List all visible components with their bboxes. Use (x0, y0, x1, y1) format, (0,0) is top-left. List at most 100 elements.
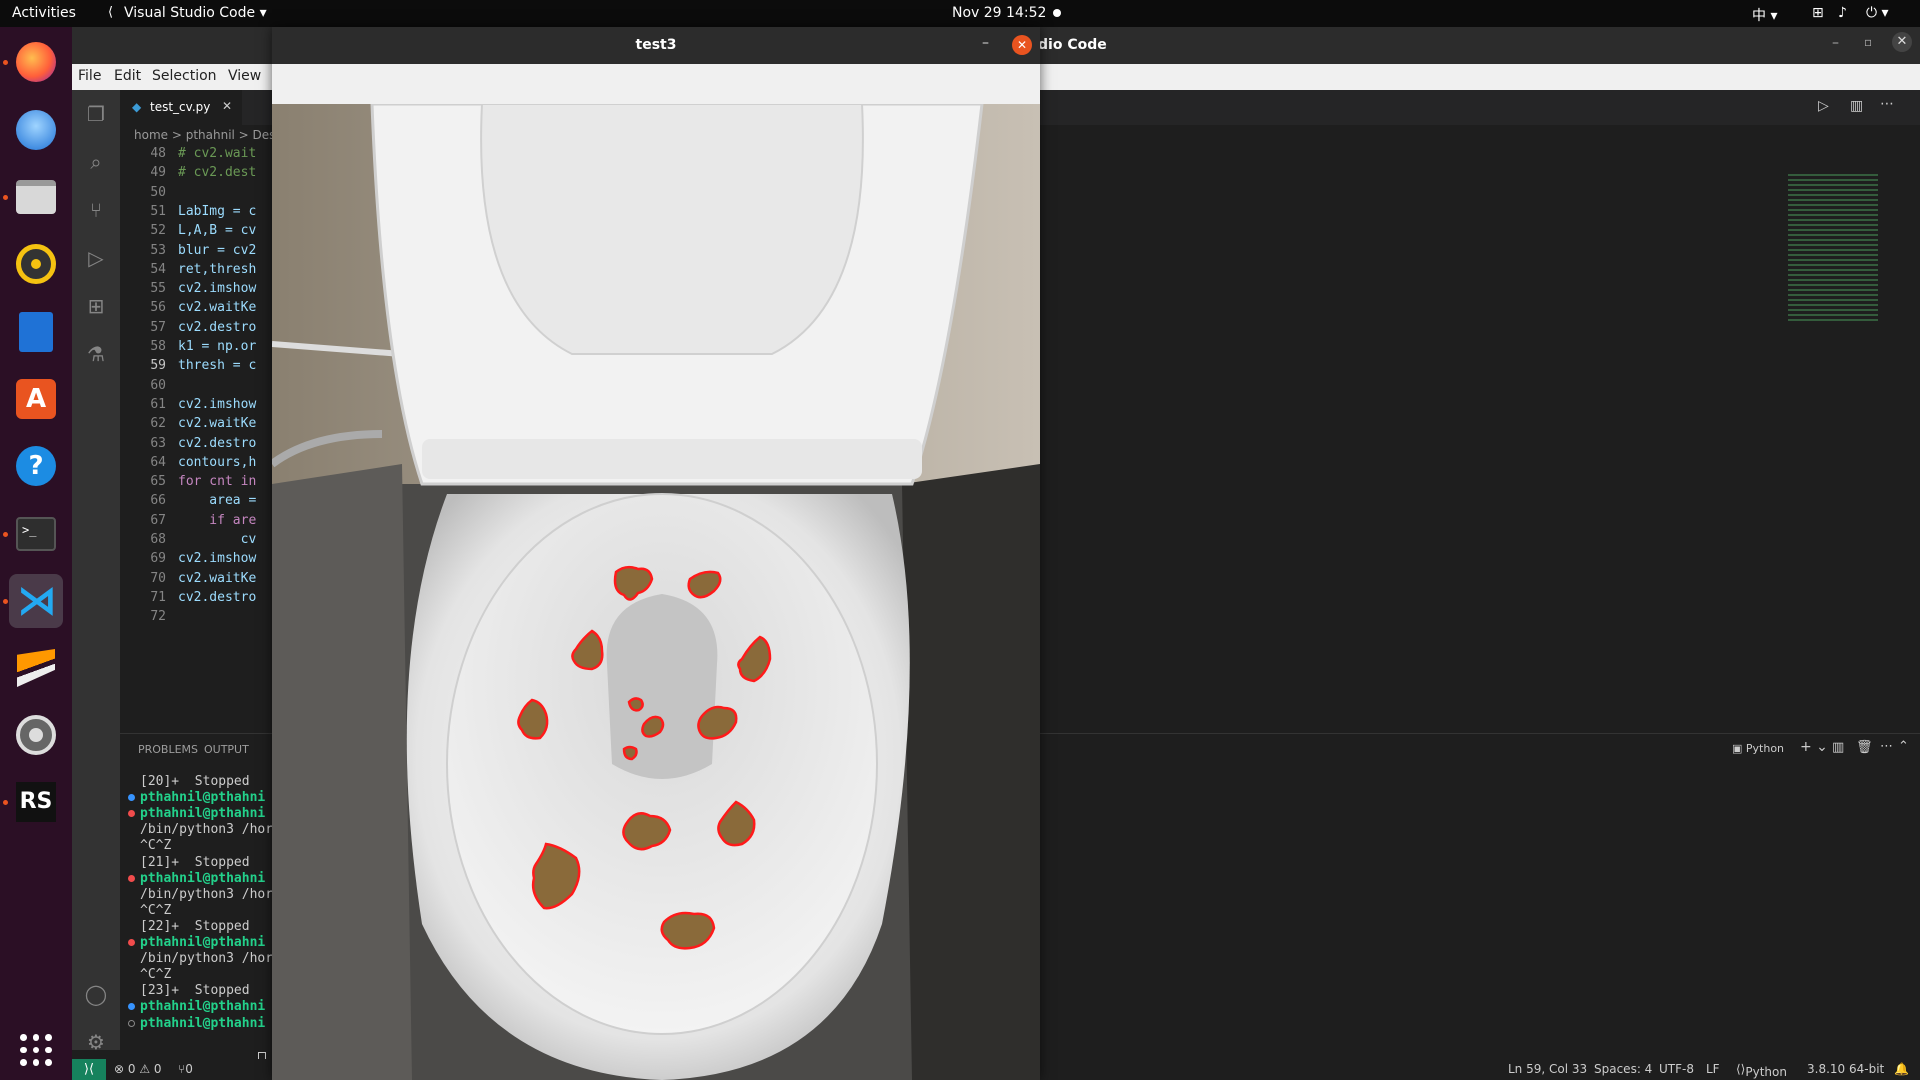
code-text: cv2.destro (178, 589, 257, 605)
line-number: 52 (150, 223, 166, 239)
menu-edit[interactable]: Edit (114, 68, 141, 84)
tab-output[interactable]: OUTPUT (204, 743, 249, 756)
explorer-icon[interactable]: ❐ (80, 98, 112, 130)
close-button[interactable]: ✕ (1012, 35, 1032, 55)
language-mode[interactable]: ⟨⟩ Python (1736, 1062, 1787, 1079)
manage-gear-icon[interactable]: ⚙ (80, 1026, 112, 1058)
show-applications-icon[interactable] (9, 1023, 63, 1077)
terminal-line: [21]+ Stopped (140, 854, 250, 870)
input-method-label: 中 (1752, 8, 1766, 24)
line-number: 54 (150, 261, 166, 277)
panel-more-icon[interactable]: ⋯ (1880, 739, 1893, 754)
sublime-icon[interactable] (9, 641, 63, 695)
encoding[interactable]: UTF-8 (1659, 1062, 1694, 1076)
files-icon[interactable] (9, 170, 63, 224)
app-menu-button[interactable]: Visual Studio Code ▾ (124, 5, 267, 21)
clock[interactable]: Nov 29 14:52 (952, 5, 1046, 21)
minimize-button[interactable]: – (982, 35, 989, 51)
libreoffice-writer-icon[interactable] (9, 305, 63, 359)
line-number: 58 (150, 339, 166, 354)
end-of-line[interactable]: LF (1706, 1062, 1720, 1076)
account-icon[interactable]: ◯ (80, 978, 112, 1010)
tab-problems[interactable]: PROBLEMS (138, 743, 198, 756)
remote-indicator-icon[interactable]: ⟩⟨ (72, 1059, 106, 1080)
gnome-top-bar: Activities ⟨ Visual Studio Code ▾ Nov 29… (0, 0, 1920, 27)
kill-terminal-icon[interactable]: 🗑 (1856, 740, 1873, 755)
opencv-titlebar[interactable]: test3 – ✕ (272, 27, 1040, 64)
close-button[interactable]: ✕ (1892, 32, 1912, 52)
terminal-line: /bin/python3 /hor (140, 886, 274, 902)
thunderbird-icon[interactable] (9, 103, 63, 157)
line-number: 67 (150, 512, 166, 528)
minimize-button[interactable]: – (1832, 35, 1839, 51)
ubuntu-dock: A ? >_ ⋊ RS (0, 27, 72, 1080)
menu-view[interactable]: View (228, 68, 261, 84)
split-editor-icon[interactable]: ▥ (1850, 98, 1863, 114)
running-indicator (3, 195, 8, 200)
tab-test-cv-py[interactable]: ◆ test_cv.py ✕ (120, 90, 242, 125)
line-number: 51 (150, 203, 166, 219)
run-file-icon[interactable]: ▷ (1818, 98, 1829, 114)
testing-icon[interactable]: ⚗ (80, 338, 112, 370)
maximize-panel-icon[interactable]: ⌃ (1898, 739, 1909, 754)
maximize-button[interactable]: ▫ (1864, 35, 1872, 49)
code-text: thresh = c (178, 358, 257, 374)
rhythmbox-icon[interactable] (9, 237, 63, 291)
code-text: if are (178, 512, 257, 528)
rstudio-icon[interactable]: RS (9, 775, 63, 829)
code-text: cv2.destro (178, 319, 257, 335)
terminal-line: [20]+ Stopped (140, 774, 250, 789)
command-status-dot[interactable] (128, 1003, 135, 1011)
line-number: 63 (150, 435, 166, 451)
command-status-dot[interactable] (128, 794, 135, 802)
line-number: 64 (150, 454, 166, 470)
notifications-bell-icon[interactable]: 🔔 (1894, 1062, 1909, 1076)
cursor-position[interactable]: Ln 59, Col 33 (1508, 1062, 1587, 1076)
help-icon[interactable]: ? (9, 439, 63, 493)
terminal-line: ^C^Z (140, 967, 172, 983)
terminal-profile[interactable]: ▣ Python (1732, 742, 1784, 755)
opencv-toolbar (272, 64, 1040, 104)
code-text: cv (178, 532, 257, 547)
terminal-line: pthahnil@pthahni (140, 1015, 266, 1031)
network-icon[interactable]: ⊞ (1812, 5, 1824, 21)
line-number: 55 (150, 281, 166, 297)
minimap[interactable] (1788, 174, 1878, 324)
input-method-indicator[interactable]: 中 ▾ (1752, 5, 1777, 25)
menu-file[interactable]: File (78, 68, 101, 84)
line-number: 70 (150, 570, 166, 586)
run-debug-icon[interactable]: ▷ (80, 242, 112, 274)
terminal-icon[interactable]: >_ (9, 507, 63, 561)
menu-selection[interactable]: Selection (152, 68, 217, 84)
command-status-dot[interactable] (128, 810, 135, 818)
firefox-icon[interactable] (9, 35, 63, 89)
indentation[interactable]: Spaces: 4 (1594, 1062, 1652, 1076)
app-center-icon[interactable]: A (9, 372, 63, 426)
split-terminal-icon[interactable]: ▥ (1832, 740, 1844, 755)
command-status-dot[interactable] (128, 939, 135, 946)
ports-counter[interactable]: ⑂0 (178, 1062, 193, 1076)
more-actions-icon[interactable]: ⋯ (1880, 96, 1894, 112)
terminal-line: pthahnil@pthahni (140, 935, 266, 950)
source-control-icon[interactable]: ⑂ (80, 194, 112, 226)
opencv-window-title: test3 (635, 37, 677, 53)
line-number: 61 (150, 396, 166, 412)
language-label: Python (1745, 1065, 1787, 1079)
problems-counter[interactable]: ⊗ 0 ⚠ 0 (114, 1062, 162, 1076)
vscode-icon[interactable]: ⋊ (9, 574, 63, 628)
new-terminal-icon[interactable]: + ⌄ (1800, 739, 1828, 755)
command-status-dot[interactable] (128, 874, 135, 882)
breadcrumb[interactable]: home > pthahnil > Des (134, 128, 275, 142)
search-icon[interactable]: ⌕ (80, 146, 112, 178)
power-icon[interactable]: ⏻ ▾ (1866, 5, 1889, 21)
settings-icon[interactable] (9, 708, 63, 762)
command-status-dot[interactable] (128, 1019, 135, 1027)
volume-icon[interactable]: ♪ (1838, 5, 1847, 21)
code-text: cv2.destro (178, 435, 257, 451)
extensions-icon[interactable]: ⊞ (80, 290, 112, 322)
code-text: LabImg = c (178, 203, 257, 219)
floor-tile-left (272, 464, 412, 1080)
activities-button[interactable]: Activities (12, 5, 76, 21)
python-interpreter[interactable]: 3.8.10 64-bit (1807, 1062, 1884, 1076)
close-tab-icon[interactable]: ✕ (222, 99, 232, 113)
